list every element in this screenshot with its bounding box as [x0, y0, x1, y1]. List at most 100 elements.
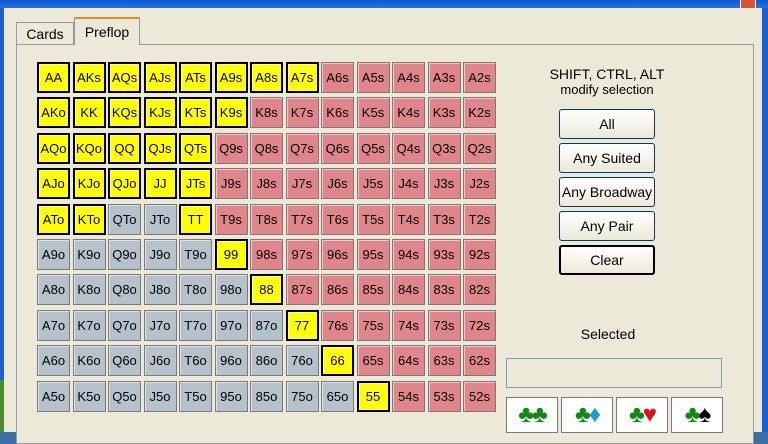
hand-cell[interactable]: QJo: [108, 168, 141, 200]
hand-cell[interactable]: A4s: [392, 62, 425, 93]
hand-cell[interactable]: AKo: [37, 97, 70, 129]
hand-cell[interactable]: Q8o: [108, 274, 141, 306]
hand-cell[interactable]: Q4s: [392, 132, 425, 164]
hand-cell[interactable]: A9o: [37, 239, 70, 270]
hand-cell[interactable]: JTs: [179, 168, 212, 200]
hand-cell[interactable]: K2s: [463, 97, 496, 129]
hand-cell[interactable]: AA: [37, 62, 70, 93]
hand-cell[interactable]: TT: [179, 203, 212, 235]
hand-cell[interactable]: 96o: [214, 345, 248, 377]
hand-cell[interactable]: A3s: [427, 62, 461, 93]
hand-cell[interactable]: KTo: [72, 203, 106, 235]
hand-cell[interactable]: K8o: [72, 274, 106, 306]
hand-cell[interactable]: AJo: [37, 168, 70, 200]
hand-cell[interactable]: Q6s: [321, 132, 354, 164]
hand-cell[interactable]: KQs: [108, 97, 141, 129]
hand-cell[interactable]: J4s: [392, 168, 425, 200]
hand-cell[interactable]: AJs: [143, 62, 177, 93]
hand-cell[interactable]: 86o: [250, 345, 283, 377]
hand-cell[interactable]: JTo: [143, 203, 177, 235]
hand-cell[interactable]: KQo: [72, 132, 106, 164]
hand-cell[interactable]: 87s: [285, 274, 319, 306]
hand-cell[interactable]: Q9o: [108, 239, 141, 270]
suit-filter-clubs-clubs[interactable]: ♣ ♣: [506, 397, 558, 433]
hand-cell[interactable]: J2s: [463, 168, 496, 200]
hand-cell[interactable]: 54s: [392, 380, 425, 412]
hand-cell[interactable]: AQs: [108, 62, 141, 93]
hand-cell[interactable]: K3s: [427, 97, 461, 129]
hand-cell[interactable]: T4s: [392, 203, 425, 235]
hand-cell[interactable]: J9o: [143, 239, 177, 270]
hand-cell[interactable]: 93s: [427, 239, 461, 270]
hand-cell[interactable]: 76s: [321, 309, 354, 341]
hand-cell[interactable]: Q3s: [427, 132, 461, 164]
hand-cell[interactable]: T3s: [427, 203, 461, 235]
hand-cell[interactable]: A6o: [37, 345, 70, 377]
hand-cell[interactable]: A8o: [37, 274, 70, 306]
hand-cell[interactable]: QQ: [108, 132, 141, 164]
hand-cell[interactable]: J5o: [143, 380, 177, 412]
hand-cell[interactable]: 83s: [427, 274, 461, 306]
hand-cell[interactable]: J6o: [143, 345, 177, 377]
hand-cell[interactable]: 99: [214, 239, 248, 270]
suit-filter-clubs-diamonds[interactable]: ♣ ♦: [561, 397, 613, 433]
hand-cell[interactable]: 66: [321, 345, 354, 377]
hand-cell[interactable]: 98o: [214, 274, 248, 306]
hand-cell[interactable]: K4s: [392, 97, 425, 129]
hand-cell[interactable]: 65o: [321, 380, 354, 412]
hand-cell[interactable]: Q9s: [214, 132, 248, 164]
hand-cell[interactable]: 63s: [427, 345, 461, 377]
hand-cell[interactable]: Q6o: [108, 345, 141, 377]
hand-cell[interactable]: AKs: [72, 62, 106, 93]
hand-cell[interactable]: K9o: [72, 239, 106, 270]
hand-cell[interactable]: A7s: [285, 62, 319, 93]
hand-cell[interactable]: 86s: [321, 274, 354, 306]
hand-cell[interactable]: A9s: [214, 62, 248, 93]
hand-cell[interactable]: T6s: [321, 203, 354, 235]
hand-cell[interactable]: ATo: [37, 203, 70, 235]
hand-cell[interactable]: Q2s: [463, 132, 496, 164]
hand-cell[interactable]: 75s: [356, 309, 390, 341]
hand-cell[interactable]: A5o: [37, 380, 70, 412]
hand-cell[interactable]: Q7s: [285, 132, 319, 164]
hand-cell[interactable]: 62s: [463, 345, 496, 377]
clear-button[interactable]: Clear: [559, 245, 655, 275]
hand-cell[interactable]: KJo: [72, 168, 106, 200]
all-button[interactable]: All: [559, 109, 655, 139]
hand-cell[interactable]: K7o: [72, 309, 106, 341]
suit-filter-clubs-hearts[interactable]: ♣ ♥: [616, 397, 668, 433]
hand-cell[interactable]: T5o: [179, 380, 212, 412]
hand-cell[interactable]: A7o: [37, 309, 70, 341]
hand-cell[interactable]: 76o: [285, 345, 319, 377]
hand-cell[interactable]: 85o: [250, 380, 283, 412]
hand-cell[interactable]: K6s: [321, 97, 354, 129]
hand-cell[interactable]: A6s: [321, 62, 354, 93]
hand-cell[interactable]: K5s: [356, 97, 390, 129]
hand-cell[interactable]: J6s: [321, 168, 354, 200]
hand-cell[interactable]: Q5s: [356, 132, 390, 164]
hand-cell[interactable]: 82s: [463, 274, 496, 306]
hand-cell[interactable]: 75o: [285, 380, 319, 412]
hand-cell[interactable]: 87o: [250, 309, 283, 341]
hand-cell[interactable]: J3s: [427, 168, 461, 200]
hand-cell[interactable]: 77: [285, 309, 319, 341]
hand-cell[interactable]: T7o: [179, 309, 212, 341]
hand-cell[interactable]: 74s: [392, 309, 425, 341]
hand-cell[interactable]: 52s: [463, 380, 496, 412]
any-broadway-button[interactable]: Any Broadway: [559, 177, 655, 207]
hand-cell[interactable]: 64s: [392, 345, 425, 377]
hand-cell[interactable]: QJs: [143, 132, 177, 164]
hand-cell[interactable]: 72s: [463, 309, 496, 341]
hand-cell[interactable]: AQo: [37, 132, 70, 164]
hand-cell[interactable]: T9o: [179, 239, 212, 270]
tab-preflop[interactable]: Preflop: [74, 17, 140, 45]
hand-cell[interactable]: 96s: [321, 239, 354, 270]
hand-cell[interactable]: Q5o: [108, 380, 141, 412]
hand-cell[interactable]: K6o: [72, 345, 106, 377]
hand-cell[interactable]: 97s: [285, 239, 319, 270]
hand-cell[interactable]: 95s: [356, 239, 390, 270]
hand-cell[interactable]: K5o: [72, 380, 106, 412]
hand-cell[interactable]: 53s: [427, 380, 461, 412]
any-suited-button[interactable]: Any Suited: [559, 143, 655, 173]
hand-cell[interactable]: 92s: [463, 239, 496, 270]
